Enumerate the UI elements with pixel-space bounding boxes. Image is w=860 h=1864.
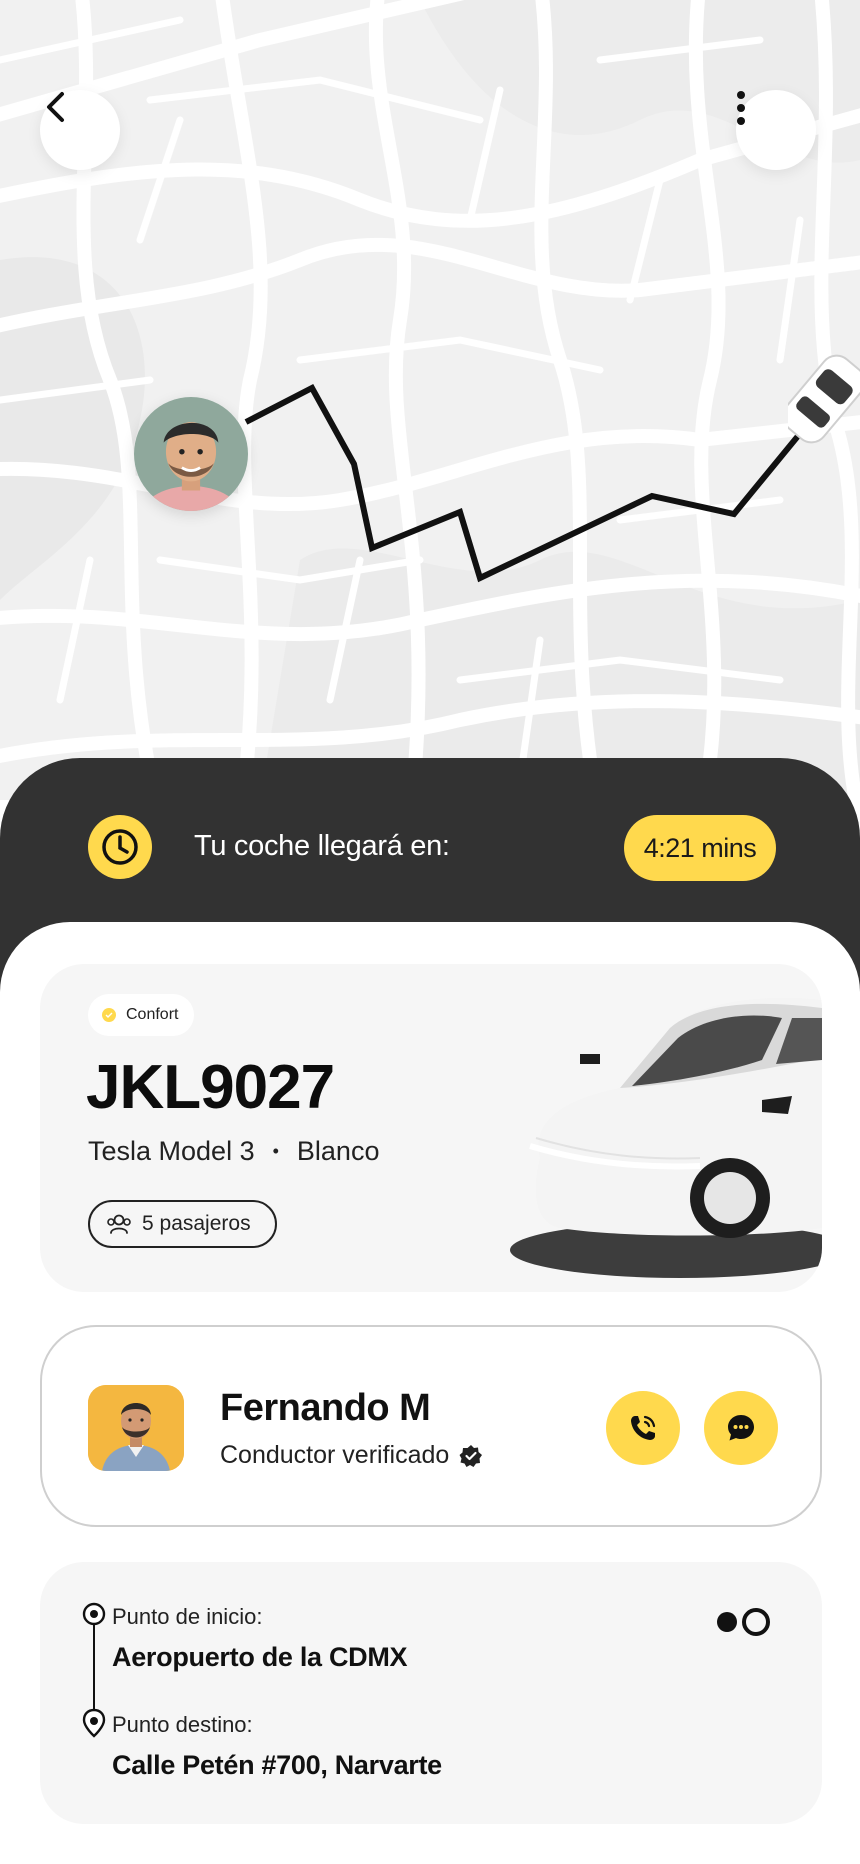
chevron-left-icon bbox=[47, 92, 64, 122]
driver-status: Conductor verificado bbox=[220, 1441, 483, 1470]
tier-check-icon bbox=[102, 1008, 116, 1022]
car-map-marker-icon bbox=[788, 354, 860, 444]
chat-driver-button[interactable] bbox=[704, 1391, 778, 1465]
clock-badge bbox=[88, 815, 152, 879]
tier-label: Confort bbox=[126, 1006, 179, 1023]
map-view[interactable] bbox=[0, 0, 860, 800]
more-options-button[interactable] bbox=[736, 90, 816, 170]
driver-name: Fernando M bbox=[220, 1387, 431, 1429]
car-details: Tesla Model 3 • Blanco bbox=[88, 1136, 379, 1167]
clock-icon bbox=[102, 829, 138, 865]
users-icon bbox=[107, 1214, 131, 1234]
chat-bubble-icon bbox=[728, 1415, 754, 1441]
driver-photo bbox=[88, 1385, 184, 1471]
eta-label: Tu coche llegará en: bbox=[194, 830, 450, 862]
driver-card: Fernando M Conductor verificado bbox=[40, 1325, 822, 1527]
start-value[interactable]: Aeropuerto de la CDMX bbox=[112, 1642, 408, 1673]
driver-status-label: Conductor verificado bbox=[220, 1441, 450, 1469]
passengers-label: 5 pasajeros bbox=[142, 1212, 251, 1235]
map-roads bbox=[0, 0, 860, 800]
start-pin-icon bbox=[82, 1602, 106, 1626]
destination-value[interactable]: Calle Petén #700, Narvarte bbox=[112, 1750, 442, 1781]
car-model: Tesla Model 3 bbox=[88, 1136, 255, 1166]
vehicle-card: Confort JKL9027 Tesla Model 3 • Blanco 5… bbox=[40, 964, 822, 1292]
route-timeline bbox=[82, 1602, 106, 1738]
route-toggle-icon[interactable] bbox=[716, 1606, 776, 1638]
start-label: Punto de inicio: bbox=[112, 1604, 263, 1629]
user-location-pin bbox=[134, 397, 248, 511]
tier-badge: Confort bbox=[88, 994, 195, 1036]
destination-pin-icon bbox=[82, 1708, 106, 1738]
phone-icon bbox=[631, 1415, 656, 1440]
verified-badge-icon bbox=[459, 1444, 483, 1467]
driver-avatar bbox=[88, 1385, 184, 1471]
car-illustration bbox=[510, 997, 822, 1278]
license-plate: JKL9027 bbox=[86, 1053, 335, 1122]
call-driver-button[interactable] bbox=[606, 1391, 680, 1465]
eta-time-badge: 4:21 mins bbox=[624, 815, 776, 881]
destination-label: Punto destino: bbox=[112, 1712, 253, 1737]
passengers-badge: 5 pasajeros bbox=[88, 1200, 277, 1248]
more-vertical-icon bbox=[737, 91, 745, 125]
user-avatar bbox=[134, 397, 248, 511]
route-card: Punto de inicio: Aeropuerto de la CDMX P… bbox=[40, 1562, 822, 1824]
back-button[interactable] bbox=[40, 90, 120, 170]
car-color: Blanco bbox=[296, 1136, 380, 1166]
separator-dot: • bbox=[272, 1141, 279, 1161]
